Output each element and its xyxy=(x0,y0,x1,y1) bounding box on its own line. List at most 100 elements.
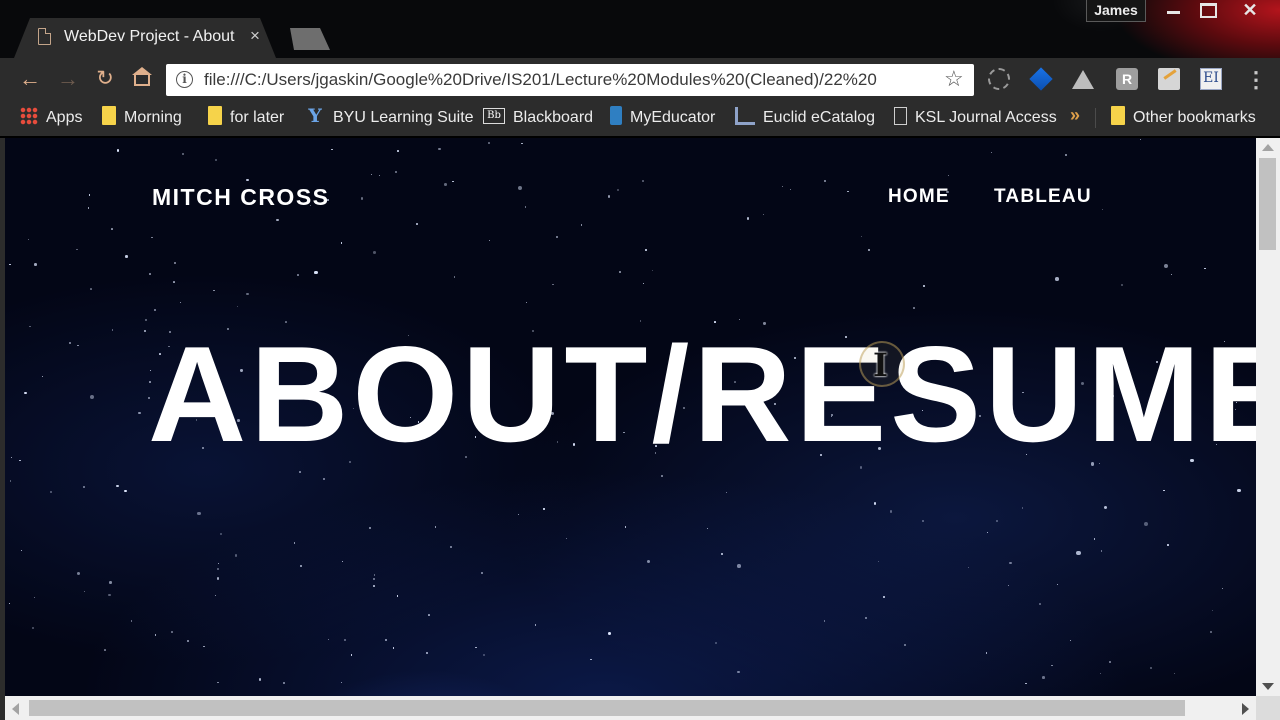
star-dot xyxy=(370,173,373,176)
star-dot xyxy=(20,550,23,552)
star-dot xyxy=(661,474,664,477)
star-dot xyxy=(524,206,527,208)
horizontal-scrollbar[interactable] xyxy=(5,696,1256,720)
star-dot xyxy=(986,652,988,654)
profile-button[interactable]: James xyxy=(1086,0,1146,22)
star-dot xyxy=(90,394,95,399)
star-dot xyxy=(372,251,376,255)
bookmark-ksl-journal-access[interactable]: KSL Journal Access xyxy=(894,106,1057,129)
bookmarks-divider xyxy=(1095,108,1096,128)
star-dot xyxy=(922,285,925,288)
title-bar: WebDev Project - About × James ✕ xyxy=(0,0,1280,58)
star-dot xyxy=(378,174,380,176)
nav-link-home[interactable]: HOME xyxy=(888,186,950,208)
star-dot xyxy=(428,613,431,616)
myeducator-icon xyxy=(610,106,622,126)
ei-extension-icon[interactable]: EI xyxy=(1200,68,1222,90)
star-dot xyxy=(27,238,29,240)
star-dot xyxy=(300,564,303,567)
scroll-left-icon[interactable] xyxy=(12,703,19,715)
star-dot xyxy=(395,171,397,173)
r-extension-icon[interactable]: R xyxy=(1116,68,1138,90)
text-cursor-icon xyxy=(859,341,905,387)
star-dot xyxy=(525,302,528,304)
star-dot xyxy=(217,563,219,565)
info-icon[interactable]: i xyxy=(176,71,193,88)
star-dot xyxy=(392,647,395,649)
home-icon[interactable] xyxy=(130,66,156,92)
forward-icon[interactable]: → xyxy=(55,66,81,92)
notes-extension-icon[interactable] xyxy=(1158,68,1180,90)
back-icon[interactable]: ← xyxy=(17,66,43,92)
bookmark-for-later[interactable]: for later xyxy=(208,106,284,129)
horizontal-scroll-thumb[interactable] xyxy=(29,700,1185,716)
browser-menu-icon[interactable]: ⋮ xyxy=(1244,66,1268,94)
star-dot xyxy=(608,195,611,198)
address-bar[interactable]: i file:///C:/Users/jgaskin/Google%20Driv… xyxy=(166,64,974,96)
blackboard-icon: Bb xyxy=(483,107,505,124)
star-dot xyxy=(396,595,399,597)
star-dot xyxy=(889,509,893,513)
bookmark-apps[interactable]: Apps xyxy=(20,106,82,129)
bookmark-morning[interactable]: Morning xyxy=(102,106,182,129)
star-dot xyxy=(1064,153,1067,157)
star-dot xyxy=(1069,639,1071,641)
star-dot xyxy=(179,301,181,304)
scroll-up-icon[interactable] xyxy=(1262,144,1274,151)
vertical-scrollbar[interactable] xyxy=(1256,138,1280,696)
star-dot xyxy=(340,241,343,244)
tab-title[interactable]: WebDev Project - About xyxy=(64,28,234,46)
star-dot xyxy=(847,190,850,193)
star-dot xyxy=(385,639,388,642)
bookmark-blackboard[interactable]: Bb Blackboard xyxy=(483,107,593,129)
window-close-icon[interactable]: ✕ xyxy=(1232,0,1268,22)
drive-icon[interactable] xyxy=(1072,70,1094,89)
star-dot xyxy=(1100,672,1102,674)
star-dot xyxy=(283,681,286,684)
page-viewport: MITCH CROSS HOME TABLEAU ABOUT/RESUME xyxy=(5,138,1256,696)
star-dot xyxy=(737,670,740,673)
bookmarks-bar: Apps Morning for later Y BYU Learning Sui… xyxy=(0,100,1280,136)
star-dot xyxy=(83,486,86,488)
star-dot xyxy=(1171,274,1173,276)
bookmarks-overflow-icon[interactable]: » xyxy=(1070,105,1080,126)
star-dot xyxy=(154,634,157,636)
reload-icon[interactable]: ↻ xyxy=(92,66,118,92)
star-dot xyxy=(216,577,219,580)
nav-link-tableau[interactable]: TABLEAU xyxy=(994,186,1092,208)
star-dot xyxy=(87,206,90,209)
star-dot xyxy=(9,480,12,482)
scroll-right-icon[interactable] xyxy=(1242,703,1249,715)
bookmark-myeducator[interactable]: MyEducator xyxy=(610,106,715,129)
euclid-icon xyxy=(735,106,755,125)
bookmark-other-bookmarks[interactable]: Other bookmarks xyxy=(1111,106,1256,129)
star-dot xyxy=(196,511,201,516)
star-dot xyxy=(438,148,441,151)
star-dot xyxy=(1039,603,1042,606)
star-dot xyxy=(344,639,347,642)
star-dot xyxy=(624,525,627,528)
bookmark-star-icon[interactable]: ☆ xyxy=(944,66,964,92)
star-dot xyxy=(521,142,523,145)
star-dot xyxy=(1204,267,1206,270)
bookmark-euclid-ecatalog[interactable]: Euclid eCatalog xyxy=(735,106,875,129)
site-logo[interactable]: MITCH CROSS xyxy=(152,184,330,211)
bookmark-byu-learning-suite[interactable]: Y BYU Learning Suite xyxy=(305,106,473,129)
star-dot xyxy=(8,602,10,604)
star-dot xyxy=(24,391,27,395)
star-dot xyxy=(867,249,870,252)
scroll-down-icon[interactable] xyxy=(1262,683,1274,690)
tab-close-icon[interactable]: × xyxy=(250,27,260,45)
star-dot xyxy=(360,197,363,200)
star-dot xyxy=(616,189,619,192)
url-text[interactable]: file:///C:/Users/jgaskin/Google%20Drive/… xyxy=(204,70,877,90)
star-dot xyxy=(373,574,375,576)
minimize-icon[interactable] xyxy=(1156,0,1192,22)
maximize-icon[interactable] xyxy=(1190,0,1226,22)
new-tab-button[interactable] xyxy=(290,28,330,50)
star-dot xyxy=(125,255,128,258)
star-dot xyxy=(108,593,111,597)
vertical-scroll-thumb[interactable] xyxy=(1259,158,1276,250)
star-dot xyxy=(33,596,36,599)
shield-icon[interactable] xyxy=(988,68,1010,90)
